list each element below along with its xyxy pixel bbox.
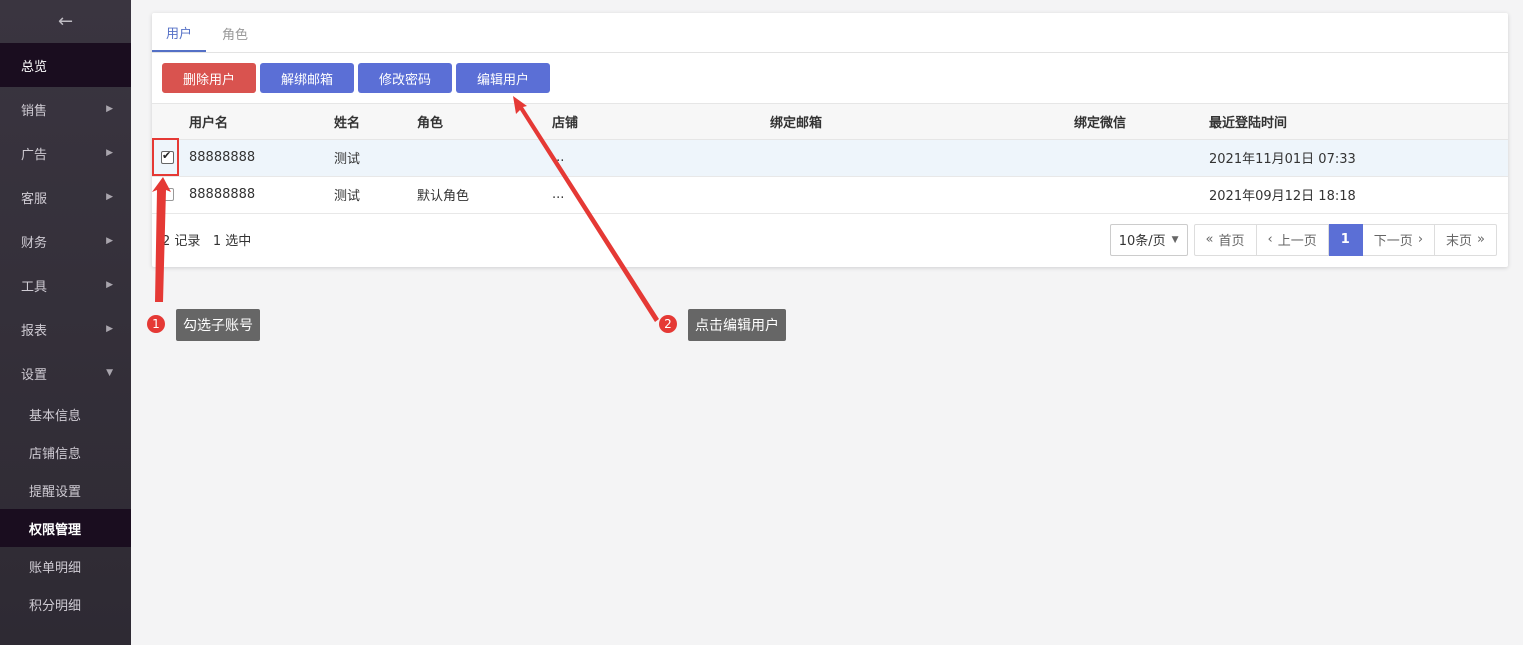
annotation-badge-2: 2	[659, 315, 677, 333]
arrow-2	[513, 96, 659, 322]
annotation-tip-1: 勾选子账号	[176, 309, 260, 341]
annotation-badge-1: 1	[147, 315, 165, 333]
arrow-1	[152, 177, 171, 302]
annotation-tip-2: 点击编辑用户	[688, 309, 786, 341]
